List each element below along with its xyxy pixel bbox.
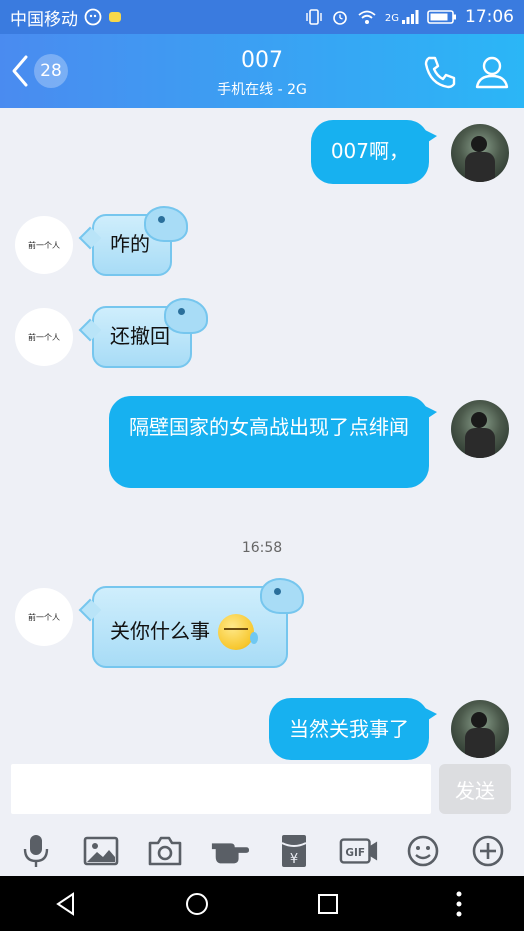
mic-icon — [24, 835, 49, 867]
voice-call-button[interactable] — [420, 52, 460, 92]
triangle-back-icon — [55, 891, 74, 916]
message-bubble-sent[interactable]: 007啊， — [310, 120, 438, 184]
message-list[interactable]: 007啊， 前一个人 咋的 前一个人 还撤回 隔壁国家的女高战出现了点绯闻 16… — [0, 108, 524, 760]
person-icon — [475, 56, 509, 89]
profile-button[interactable] — [472, 52, 512, 92]
contact-avatar[interactable]: 前一个人 — [15, 588, 73, 646]
message-bubble-received[interactable]: 还撤回 — [78, 298, 208, 368]
bubble-decoration — [164, 298, 208, 334]
nav-home-button[interactable] — [177, 884, 217, 924]
gif-icon: GIF — [339, 838, 377, 864]
message-text: 关你什么事 — [110, 618, 210, 643]
svg-text:GIF: GIF — [345, 847, 365, 859]
gif-button[interactable]: GIF — [339, 831, 379, 871]
poke-button[interactable] — [210, 831, 250, 871]
poke-icon — [211, 843, 249, 864]
bubble-tail — [78, 226, 102, 250]
avatar-text: 前一个人 — [28, 240, 60, 250]
bubble-decoration — [260, 578, 304, 614]
chat-header: 28 007 手机在线 - 2G — [0, 34, 524, 108]
message-text: 还撤回 — [110, 324, 170, 348]
nav-back-button[interactable] — [46, 884, 86, 924]
plus-icon — [472, 835, 504, 867]
network-type: 2G — [384, 13, 399, 24]
phone-icon — [424, 56, 456, 89]
nav-menu-button[interactable] — [439, 884, 479, 924]
avatar-text: 前一个人 — [28, 332, 60, 342]
status-right: 2G 17:06 — [305, 7, 514, 27]
message-bubble-received[interactable]: 关你什么事 — [78, 578, 304, 668]
sweat-emoji-icon — [218, 614, 259, 650]
send-button[interactable]: 发送 — [439, 764, 511, 814]
image-button[interactable] — [81, 831, 121, 871]
message-bubble-sent[interactable]: 隔壁国家的女高战出现了点绯闻 — [109, 396, 437, 488]
message-timestamp: 16:58 — [241, 540, 283, 556]
signal-icon — [402, 10, 419, 24]
more-button[interactable] — [468, 831, 508, 871]
nav-recents-button[interactable] — [308, 884, 348, 924]
battery-icon — [427, 10, 456, 24]
camera-button[interactable] — [145, 831, 185, 871]
status-bar: 中国移动 2G 17:06 — [0, 0, 524, 34]
wifi-icon — [358, 10, 376, 24]
message-bubble-received[interactable]: 咋的 — [78, 206, 188, 276]
qq-notification-icon — [84, 8, 102, 26]
avatar-text: 前一个人 — [28, 612, 60, 622]
message-text: 当然关我事了 — [289, 717, 409, 741]
message-text: 隔壁国家的女高战出现了点绯闻 — [129, 415, 409, 439]
emoji-button[interactable] — [403, 831, 443, 871]
emoji-icon — [407, 835, 439, 867]
camera-icon — [148, 836, 182, 866]
bubble-tail — [78, 318, 102, 342]
message-text: 007啊， — [330, 139, 409, 163]
input-toolbar: ¥ GIF — [0, 826, 524, 876]
status-left: 中国移动 — [10, 5, 122, 30]
circle-home-icon — [185, 892, 208, 915]
alarm-icon — [333, 11, 347, 25]
clock: 17:06 — [465, 7, 514, 27]
contact-avatar[interactable]: 前一个人 — [15, 216, 73, 274]
image-icon — [83, 836, 119, 866]
my-avatar[interactable] — [451, 400, 509, 458]
carrier-name: 中国移动 — [10, 9, 78, 30]
system-navigation-bar — [0, 876, 524, 931]
square-recents-icon — [317, 893, 338, 914]
more-vertical-icon — [456, 891, 461, 916]
message-text: 咋的 — [110, 232, 150, 256]
compose-bar: 发送 — [0, 760, 524, 826]
vibrate-icon — [306, 9, 322, 25]
contact-avatar[interactable]: 前一个人 — [15, 308, 73, 366]
my-avatar[interactable] — [451, 124, 509, 182]
app-notification-icon — [109, 12, 121, 22]
my-avatar[interactable] — [451, 700, 509, 758]
bubble-tail — [78, 598, 102, 622]
message-input[interactable] — [11, 764, 431, 814]
svg-text:¥: ¥ — [290, 852, 298, 867]
voice-input-button[interactable] — [16, 831, 56, 871]
bubble-decoration — [144, 206, 188, 242]
red-packet-icon: ¥ — [281, 835, 307, 867]
message-bubble-sent[interactable]: 当然关我事了 — [269, 698, 437, 760]
red-packet-button[interactable]: ¥ — [274, 831, 314, 871]
